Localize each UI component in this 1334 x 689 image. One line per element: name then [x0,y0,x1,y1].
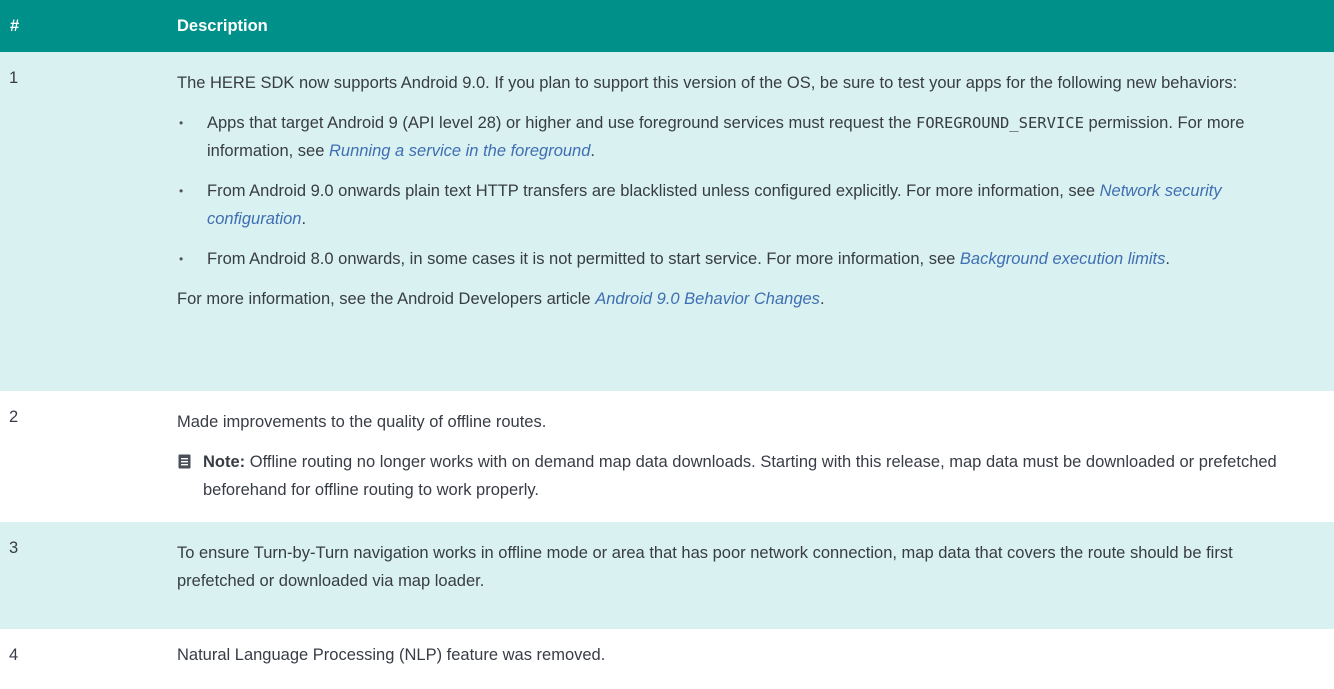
code-foreground-service: FOREGROUND_SERVICE [915,114,1084,132]
bullet-icon: • [179,116,184,130]
row-number: 3 [9,539,19,557]
row-text: Made improvements to the quality of offl… [177,413,547,431]
note-icon [178,454,191,469]
note-label: Note: [203,453,246,471]
row-outro: For more information, see the Android De… [177,290,825,308]
row-description: Made improvements to the quality of offl… [177,391,1334,522]
note-box: Note: Offline routing no longer works wi… [177,448,1314,504]
row-description: Natural Language Processing (NLP) featur… [177,646,606,664]
table-row: 4 Natural Language Processing (NLP) feat… [0,629,1334,689]
table-header: # Description [0,0,1334,52]
note-text: Offline routing no longer works with on … [203,453,1277,499]
bullet-icon: • [179,252,184,266]
link-background-execution-limits[interactable]: Background execution limits [960,250,1165,268]
list-item: • From Android 9.0 onwards plain text HT… [177,177,1314,233]
bullet-list: • Apps that target Android 9 (API level … [177,109,1314,273]
header-number: # [10,16,20,35]
link-android-behavior-changes[interactable]: Android 9.0 Behavior Changes [595,290,820,308]
row-intro: The HERE SDK now supports Android 9.0. I… [177,74,1238,92]
row-number: 2 [9,408,19,426]
row-number: 4 [9,646,19,664]
row-description: The HERE SDK now supports Android 9.0. I… [177,52,1334,391]
row-number: 1 [9,69,19,87]
row-description: To ensure Turn-by-Turn navigation works … [177,544,1233,590]
table-row: 3 To ensure Turn-by-Turn navigation work… [0,522,1334,629]
table-row: 2 Made improvements to the quality of of… [0,391,1334,522]
bullet-icon: • [179,184,184,198]
release-notes-table: # Description 1 The HERE SDK now support… [0,0,1334,689]
list-item: • Apps that target Android 9 (API level … [177,109,1314,165]
header-description: Description [177,16,268,35]
list-item: • From Android 8.0 onwards, in some case… [177,245,1314,273]
table-row: 1 The HERE SDK now supports Android 9.0.… [0,52,1334,391]
link-running-service-foreground[interactable]: Running a service in the foreground [329,142,590,160]
